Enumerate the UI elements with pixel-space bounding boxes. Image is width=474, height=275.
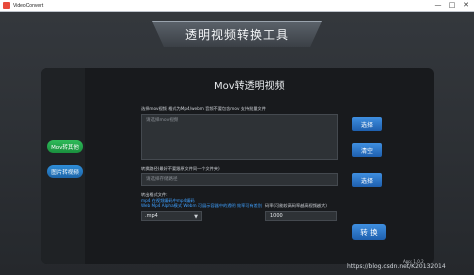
format-select[interactable]: .mp4 ▼ (141, 211, 202, 221)
bitrate-input[interactable]: 1000 (265, 211, 337, 221)
output-placeholder: 请选择存储路径 (146, 177, 178, 182)
select-output-button[interactable]: 选择 (352, 173, 382, 187)
page-title: Mov转透明视频 (214, 81, 285, 92)
title-bar: VideoConvert — □ ✕ (0, 0, 474, 12)
output-path-field[interactable]: 请选择存储路径 (141, 173, 338, 186)
source-file-list[interactable]: 请选择mov视频 (141, 114, 338, 160)
window-title: VideoConvert (13, 2, 44, 9)
source-label: 选择mov视频 格式为Mp4/webm 音频不要包含mov 支持批量文件 (141, 106, 266, 111)
close-button[interactable]: ✕ (461, 1, 471, 10)
sidebar-item-image-to-video[interactable]: 图片转视频 (47, 165, 83, 178)
maximize-button[interactable]: □ (447, 1, 457, 10)
format-hint-2: Web Mp4 Alpha模式 Webm 可展示容器中的透明 效率可有差别 (141, 203, 263, 208)
sidebar-item-mov-convert[interactable]: Mov转其他 (47, 140, 83, 153)
app-banner: 透明视频转换工具 (152, 21, 322, 47)
format-select-value: .mp4 (145, 213, 158, 219)
app-icon (3, 2, 10, 9)
watermark-text: https://blog.csdn.net/K20132014 (347, 263, 446, 270)
convert-button[interactable]: 转 换 (352, 224, 386, 240)
window-controls: — □ ✕ (433, 1, 471, 10)
select-source-button[interactable]: 选择 (352, 117, 382, 131)
output-label: 转换路径(最好不要跟原文件同一个文件夹) (141, 166, 220, 171)
chevron-down-icon: ▼ (194, 214, 198, 220)
bitrate-label: 码率(可能较高码率越高视频越大) (265, 203, 327, 208)
banner-title: 透明视频转换工具 (184, 28, 289, 42)
clear-source-button[interactable]: 清空 (352, 143, 382, 157)
source-placeholder: 请选择mov视频 (146, 118, 179, 123)
minimize-button[interactable]: — (433, 1, 443, 10)
